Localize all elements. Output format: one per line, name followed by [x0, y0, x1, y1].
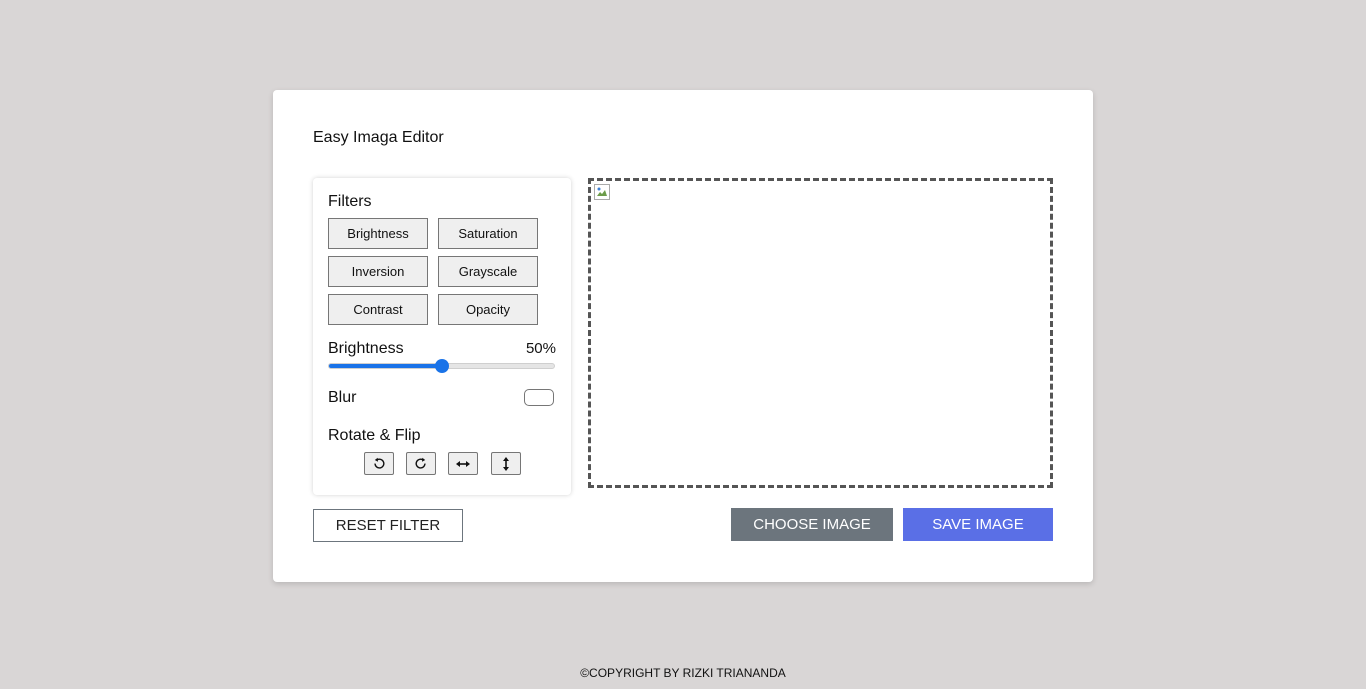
- filters-label: Filters: [328, 193, 372, 210]
- filter-inversion-button[interactable]: Inversion: [328, 256, 428, 287]
- slider-thumb[interactable]: [434, 359, 449, 373]
- filter-opacity-button[interactable]: Opacity: [438, 294, 538, 325]
- editor-card: Easy Imaga Editor Filters Brightness Sat…: [273, 90, 1093, 582]
- footer-copyright: ©COPYRIGHT BY RIZKI TRIANANDA: [580, 666, 786, 680]
- filter-saturation-button[interactable]: Saturation: [438, 218, 538, 249]
- filter-brightness-button[interactable]: Brightness: [328, 218, 428, 249]
- slider-fill: [329, 364, 442, 368]
- slider-label: Brightness: [328, 340, 404, 357]
- flip-horizontal-button[interactable]: [448, 452, 478, 475]
- filter-grayscale-button[interactable]: Grayscale: [438, 256, 538, 287]
- blur-label: Blur: [328, 389, 357, 406]
- brightness-slider[interactable]: [328, 359, 555, 373]
- rotate-right-icon: [415, 457, 426, 469]
- save-image-button[interactable]: SAVE IMAGE: [903, 508, 1053, 541]
- rotate-right-button[interactable]: [406, 452, 436, 475]
- image-preview: [588, 178, 1053, 488]
- flip-vertical-icon: [503, 456, 509, 471]
- flip-vertical-button[interactable]: [491, 452, 521, 475]
- broken-image-icon: [594, 184, 610, 200]
- editor-panel: Filters Brightness Saturation Inversion …: [313, 178, 571, 495]
- rotate-left-button[interactable]: [364, 452, 394, 475]
- rotate-left-icon: [374, 457, 385, 469]
- choose-image-button[interactable]: CHOOSE IMAGE: [731, 508, 893, 541]
- reset-filter-button[interactable]: RESET FILTER: [313, 509, 463, 542]
- slider-value: 50%: [525, 340, 556, 357]
- blur-input[interactable]: [524, 389, 554, 406]
- page-title: Easy Imaga Editor: [313, 129, 444, 146]
- filter-contrast-button[interactable]: Contrast: [328, 294, 428, 325]
- flip-horizontal-icon: [456, 460, 470, 467]
- rotate-flip-label: Rotate & Flip: [328, 427, 421, 444]
